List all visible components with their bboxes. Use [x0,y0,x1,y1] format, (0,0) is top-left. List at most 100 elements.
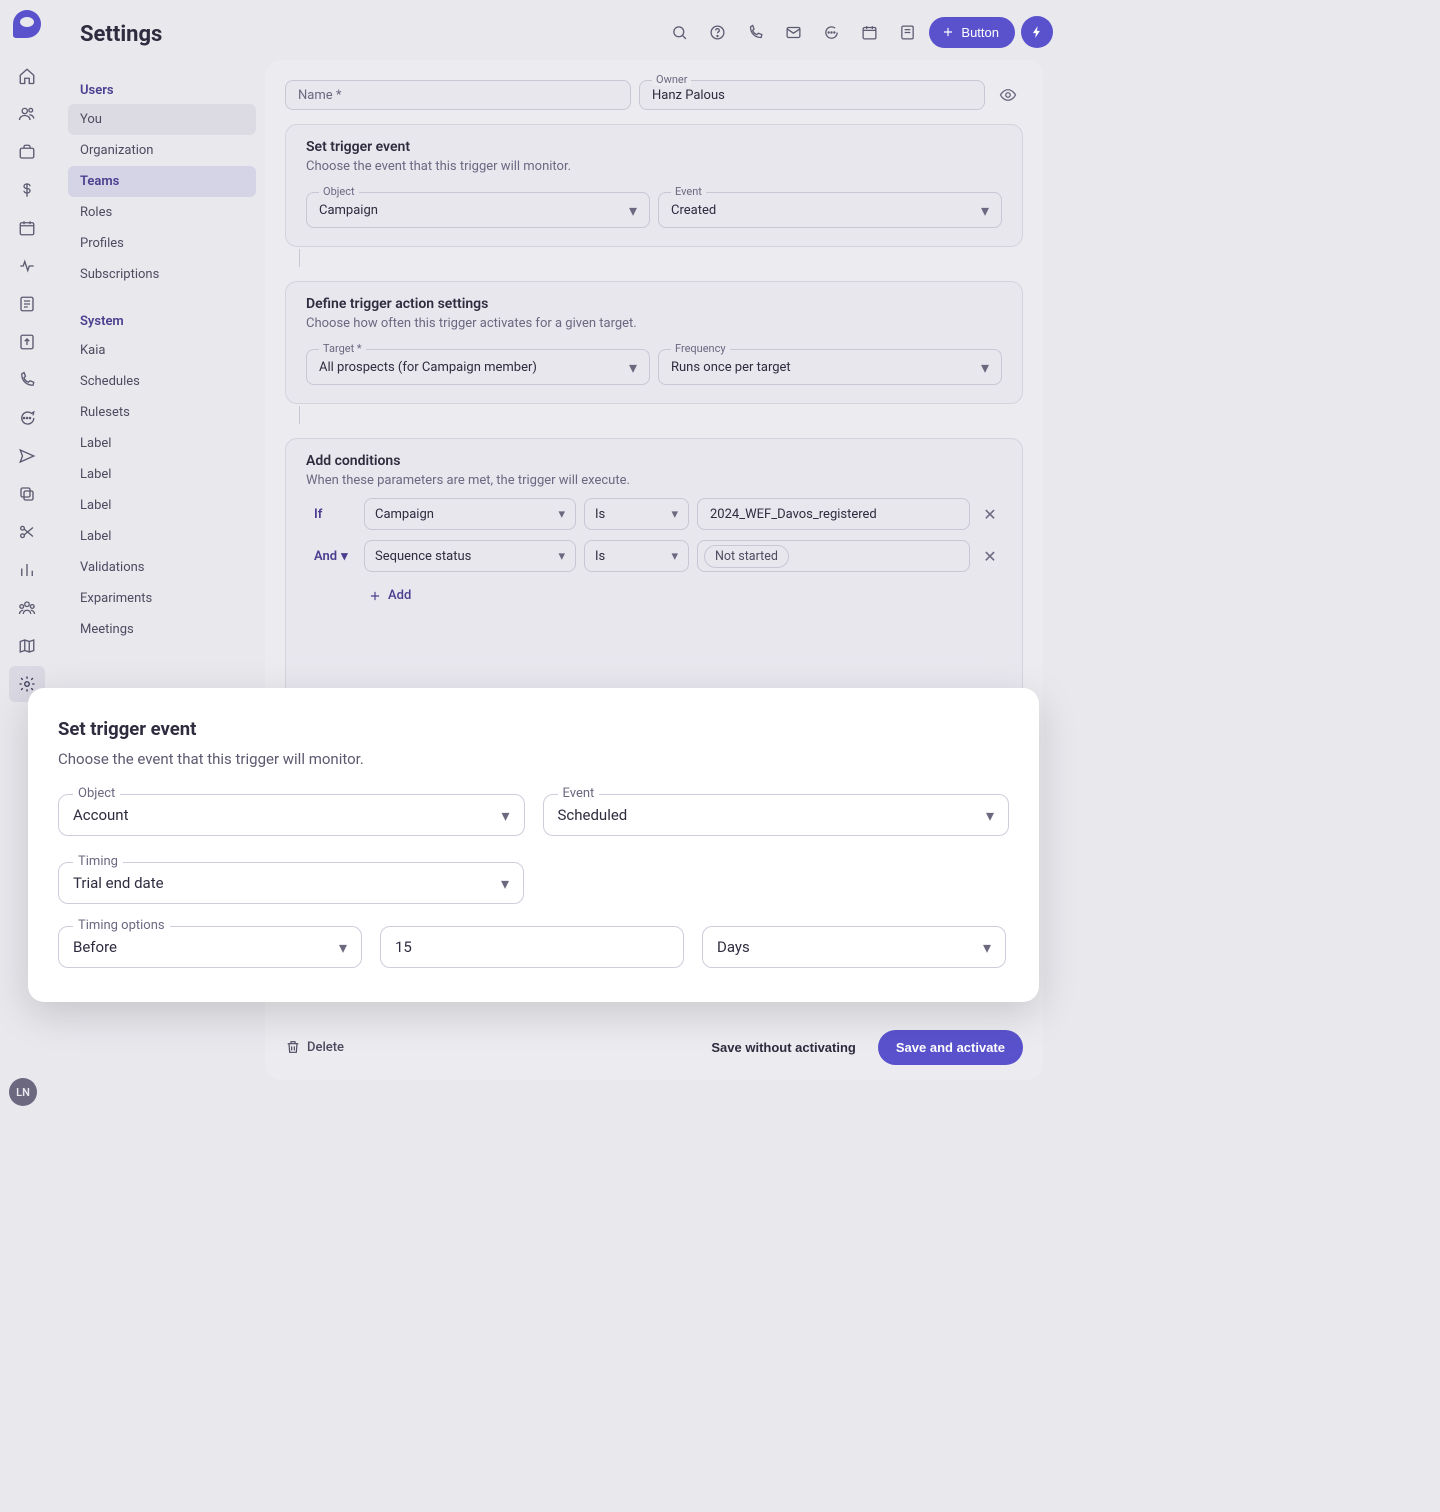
event-select[interactable]: Event Created ▾ [658,192,1002,228]
sidebar-item[interactable]: Label [68,521,256,552]
trigger-event-modal: Set trigger event Choose the event that … [28,688,1039,1002]
sidebar-item[interactable]: Expariments [68,583,256,614]
conditions-sub: When these parameters are met, the trigg… [306,473,1002,488]
chevron-down-icon: ▾ [986,806,994,825]
sidebar-item-teams[interactable]: Teams [68,166,256,197]
chevron-down-icon: ▾ [629,201,637,220]
save-activate-button[interactable]: Save and activate [878,1030,1023,1065]
remove-condition-icon[interactable]: ✕ [978,505,1002,524]
visibility-icon[interactable] [993,86,1023,104]
sidebar-item-roles[interactable]: Roles [68,197,256,228]
briefcase-icon[interactable] [9,134,45,170]
message-icon[interactable] [815,16,847,48]
sidebar-item-profiles[interactable]: Profiles [68,228,256,259]
save-without-button[interactable]: Save without activating [697,1030,869,1065]
chat-icon[interactable] [9,400,45,436]
chevron-down-icon: ▾ [983,938,991,957]
search-icon[interactable] [663,16,695,48]
modal-object-select[interactable]: Object Account ▾ [58,794,525,836]
chevron-down-icon: ▾ [981,201,989,220]
condition-op-select[interactable]: Is▾ [584,498,689,530]
delete-button[interactable]: Delete [285,1039,344,1055]
avatar[interactable]: LN [9,1078,37,1106]
sidebar-item[interactable]: Rulesets [68,397,256,428]
modal-title: Set trigger event [58,718,1009,740]
page-title: Settings [80,22,162,47]
owner-label: Owner [652,73,691,86]
modal-timing-options-select[interactable]: Timing options Before ▾ [58,926,362,968]
app-logo [13,10,41,38]
pulse-icon[interactable] [9,248,45,284]
sidebar-item[interactable]: Schedules [68,366,256,397]
sidebar-users-header: Users [68,73,256,104]
trigger-event-title: Set trigger event [306,139,1002,155]
date-icon[interactable] [853,16,885,48]
condition-field-select[interactable]: Campaign▾ [364,498,576,530]
mail-icon[interactable] [777,16,809,48]
home-icon[interactable] [9,58,45,94]
copy-icon[interactable] [9,476,45,512]
trigger-event-sub: Choose the event that this trigger will … [306,159,1002,174]
modal-number-input[interactable]: 15 [380,926,684,968]
chevron-down-icon: ▾ [339,938,347,957]
action-settings-title: Define trigger action settings [306,296,1002,312]
add-condition-button[interactable]: Add [368,588,1002,603]
chevron-down-icon: ▾ [501,874,509,893]
condition-field-select[interactable]: Sequence status▾ [364,540,576,572]
and-label[interactable]: And▾ [306,549,356,564]
if-label: If [306,507,356,522]
condition-value-input[interactable]: Not started [697,540,970,572]
condition-chip: Not started [704,545,789,568]
clipboard-icon[interactable] [891,16,923,48]
chart-icon[interactable] [9,552,45,588]
send-icon[interactable] [9,438,45,474]
target-select[interactable]: Target * All prospects (for Campaign mem… [306,349,650,385]
sidebar-item[interactable]: Label [68,428,256,459]
sidebar-item[interactable]: Validations [68,552,256,583]
object-select[interactable]: Object Campaign ▾ [306,192,650,228]
remove-condition-icon[interactable]: ✕ [978,547,1002,566]
sidebar-item[interactable]: Kaia [68,335,256,366]
note-icon[interactable] [9,286,45,322]
owner-value: Hanz Palous [652,88,725,103]
chevron-down-icon: ▾ [981,358,989,377]
calendar-icon[interactable] [9,210,45,246]
chevron-down-icon: ▾ [558,549,565,564]
name-input[interactable]: Name * [285,80,631,110]
dollar-icon[interactable] [9,172,45,208]
chevron-down-icon: ▾ [671,549,678,564]
help-icon[interactable] [701,16,733,48]
team-icon[interactable] [9,590,45,626]
sidebar-item[interactable]: Label [68,490,256,521]
primary-action-label: Button [961,25,999,40]
map-icon[interactable] [9,628,45,664]
owner-select[interactable]: Owner Hanz Palous [639,80,985,110]
modal-sub: Choose the event that this trigger will … [58,750,1009,768]
sidebar-item-organization[interactable]: Organization [68,135,256,166]
chevron-down-icon: ▾ [501,806,509,825]
upload-icon[interactable] [9,324,45,360]
phone-top-icon[interactable] [739,16,771,48]
name-label: Name * [298,88,341,103]
sidebar-item-subscriptions[interactable]: Subscriptions [68,259,256,290]
chevron-down-icon: ▾ [671,507,678,522]
chevron-down-icon: ▾ [629,358,637,377]
sidebar-item[interactable]: Meetings [68,614,256,645]
action-settings-sub: Choose how often this trigger activates … [306,316,1002,331]
modal-unit-select[interactable]: Days ▾ [702,926,1006,968]
condition-value-input[interactable]: 2024_WEF_Davos_registered [697,498,970,530]
people-icon[interactable] [9,96,45,132]
scissors-icon[interactable] [9,514,45,550]
modal-timing-select[interactable]: Timing Trial end date ▾ [58,862,524,904]
modal-event-select[interactable]: Event Scheduled ▾ [543,794,1010,836]
phone-icon[interactable] [9,362,45,398]
frequency-select[interactable]: Frequency Runs once per target ▾ [658,349,1002,385]
bolt-icon[interactable] [1021,16,1053,48]
chevron-down-icon: ▾ [558,507,565,522]
primary-action-button[interactable]: Button [929,17,1015,48]
condition-op-select[interactable]: Is▾ [584,540,689,572]
sidebar-system-header: System [68,304,256,335]
sidebar-item[interactable]: Label [68,459,256,490]
sidebar-item-you[interactable]: You [68,104,256,135]
conditions-title: Add conditions [306,453,1002,469]
